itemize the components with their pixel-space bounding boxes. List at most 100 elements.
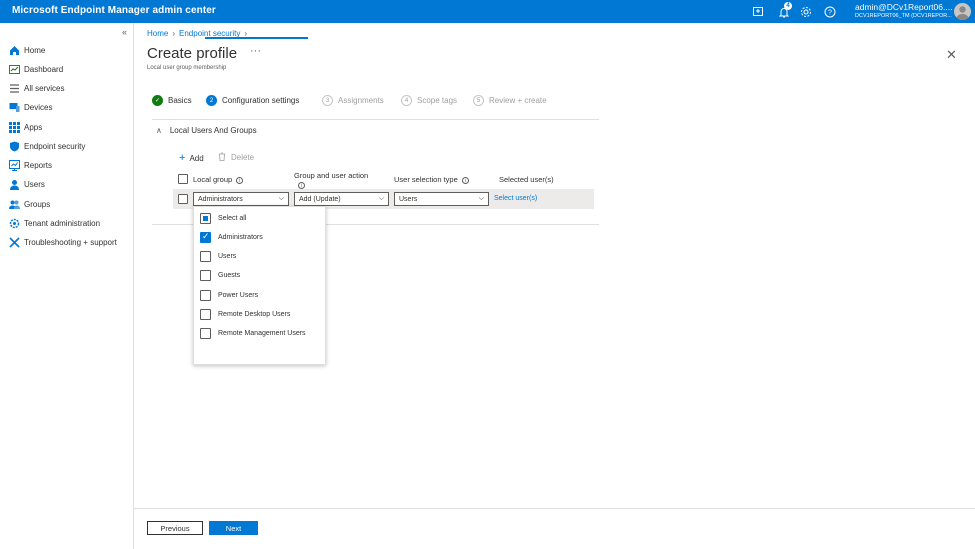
option-label: Remote Management Users [218,329,306,337]
tenant-name: DCV1REPORT06_TM (DCV1REPOR... [855,13,952,19]
sidebar-item-label: Troubleshooting + support [24,237,117,247]
chevron-down-icon: ⌵ [478,195,484,202]
column-header-user-selection: User selection type i [394,175,469,184]
step-label: Assignments [338,96,384,105]
next-button[interactable]: Next [209,521,258,535]
option-select-all[interactable]: Select all [200,212,246,224]
info-icon[interactable]: i [461,176,469,184]
sidebar-item-reports[interactable]: Reports [8,157,52,173]
step-label: Basics [168,96,192,105]
divider [152,119,599,120]
option-checkbox[interactable] [200,308,211,320]
chevron-right-icon: › [172,29,176,38]
option-guests[interactable]: Guests [200,269,240,281]
previous-button[interactable]: Previous [147,521,203,535]
gear-icon[interactable] [800,5,813,18]
sidebar-item-home[interactable]: Home [8,42,45,58]
step-basics[interactable]: ✓ Basics [152,95,192,106]
user-icon [8,178,20,190]
sidebar-item-label: Users [24,179,45,189]
sidebar-item-users[interactable]: Users [8,176,45,192]
step-review-create[interactable]: 5 Review + create [473,95,547,106]
option-checkbox[interactable] [200,212,211,224]
remote-help-icon[interactable] [752,5,765,18]
app-title[interactable]: Microsoft Endpoint Manager admin center [12,5,216,16]
close-button[interactable]: ✕ [946,47,957,63]
more-options-button[interactable]: ··· [250,45,261,57]
step-number: 5 [473,95,484,106]
account-name: admin@DCv1Report06.... [855,2,953,12]
add-label: Add [189,153,204,163]
delete-button[interactable]: Delete [218,152,254,163]
sidebar-item-tenant-administration[interactable]: Tenant administration [8,215,100,231]
footer-divider [134,508,975,509]
option-checkbox[interactable] [200,327,211,339]
shield-icon [8,140,20,152]
sidebar-item-label: Groups [24,199,51,209]
step-number: 3 [322,95,333,106]
option-label: Users [218,252,237,260]
option-checkbox[interactable] [200,250,211,262]
sidebar-item-label: All services [24,83,65,93]
step-label: Review + create [489,96,547,105]
sidebar-item-label: Devices [24,102,53,112]
reports-icon [8,159,20,171]
step-configuration-settings[interactable]: 2 Configuration settings [206,95,299,106]
avatar[interactable] [954,3,971,20]
check-icon: ✓ [152,95,163,106]
group-action-value: Add (Update) [299,196,341,203]
sidebar-item-endpoint-security[interactable]: Endpoint security [8,138,85,154]
sidebar-item-devices[interactable]: Devices [8,99,52,115]
option-checkbox[interactable] [200,231,211,243]
option-administrators[interactable]: Administrators [200,231,263,243]
add-button[interactable]: + Add [179,152,204,164]
chevron-up-icon: ∧ [156,126,162,135]
sidebar-item-label: Dashboard [24,64,64,74]
option-checkbox[interactable] [200,269,211,281]
page-subtitle: Local user group membership [147,65,227,71]
sidebar-item-label: Home [24,45,46,55]
column-header-local-group: Local group i [193,175,244,184]
sidebar: « Home Dashboard All services Devices Ap… [0,23,134,549]
active-step-indicator [205,37,308,39]
breadcrumb-home[interactable]: Home [147,29,168,38]
select-all-rows-checkbox[interactable] [178,174,188,184]
sidebar-item-troubleshooting[interactable]: Troubleshooting + support [8,234,117,250]
row-checkbox[interactable] [178,194,188,204]
option-checkbox[interactable] [200,289,211,301]
column-label: User selection type [394,175,458,184]
step-assignments[interactable]: 3 Assignments [322,95,384,106]
home-icon [8,44,20,56]
local-group-value: Administrators [198,196,243,203]
account-info[interactable]: admin@DCv1Report06.... DCV1REPORT06_TM (… [855,2,952,20]
user-selection-dropdown[interactable]: Users ⌵ [394,192,489,206]
option-remote-desktop-users[interactable]: Remote Desktop Users [200,308,290,320]
step-label: Scope tags [417,96,458,105]
column-label: Group and user action [294,171,369,180]
apps-icon [8,121,20,133]
info-icon[interactable]: i [298,181,305,189]
svg-text:?: ? [828,10,832,17]
option-label: Remote Desktop Users [218,310,291,318]
sidebar-item-groups[interactable]: Groups [8,196,50,212]
select-users-link[interactable]: Select user(s) [494,195,537,202]
option-power-users[interactable]: Power Users [200,289,258,301]
local-group-dropdown[interactable]: Administrators ⌵ [193,192,289,206]
section-header[interactable]: ∧ Local Users And Groups [156,126,257,135]
option-label: Select all [218,214,247,222]
option-remote-management-users[interactable]: Remote Management Users [200,327,306,339]
group-action-dropdown[interactable]: Add (Update) ⌵ [294,192,389,206]
collapse-sidebar-button[interactable]: « [122,27,127,37]
info-icon[interactable]: i [236,176,244,184]
delete-label: Delete [231,153,255,162]
help-icon[interactable]: ? [824,5,837,18]
column-header-group-action: Group and user action i [294,171,368,189]
sidebar-item-dashboard[interactable]: Dashboard [8,61,63,77]
page-title: Create profile [147,45,238,62]
sidebar-item-apps[interactable]: Apps [8,119,42,135]
step-number: 2 [206,95,217,106]
sidebar-item-all-services[interactable]: All services [8,80,64,96]
step-scope-tags[interactable]: 4 Scope tags [401,95,457,106]
option-users[interactable]: Users [200,250,236,262]
sidebar-item-label: Reports [24,160,53,170]
